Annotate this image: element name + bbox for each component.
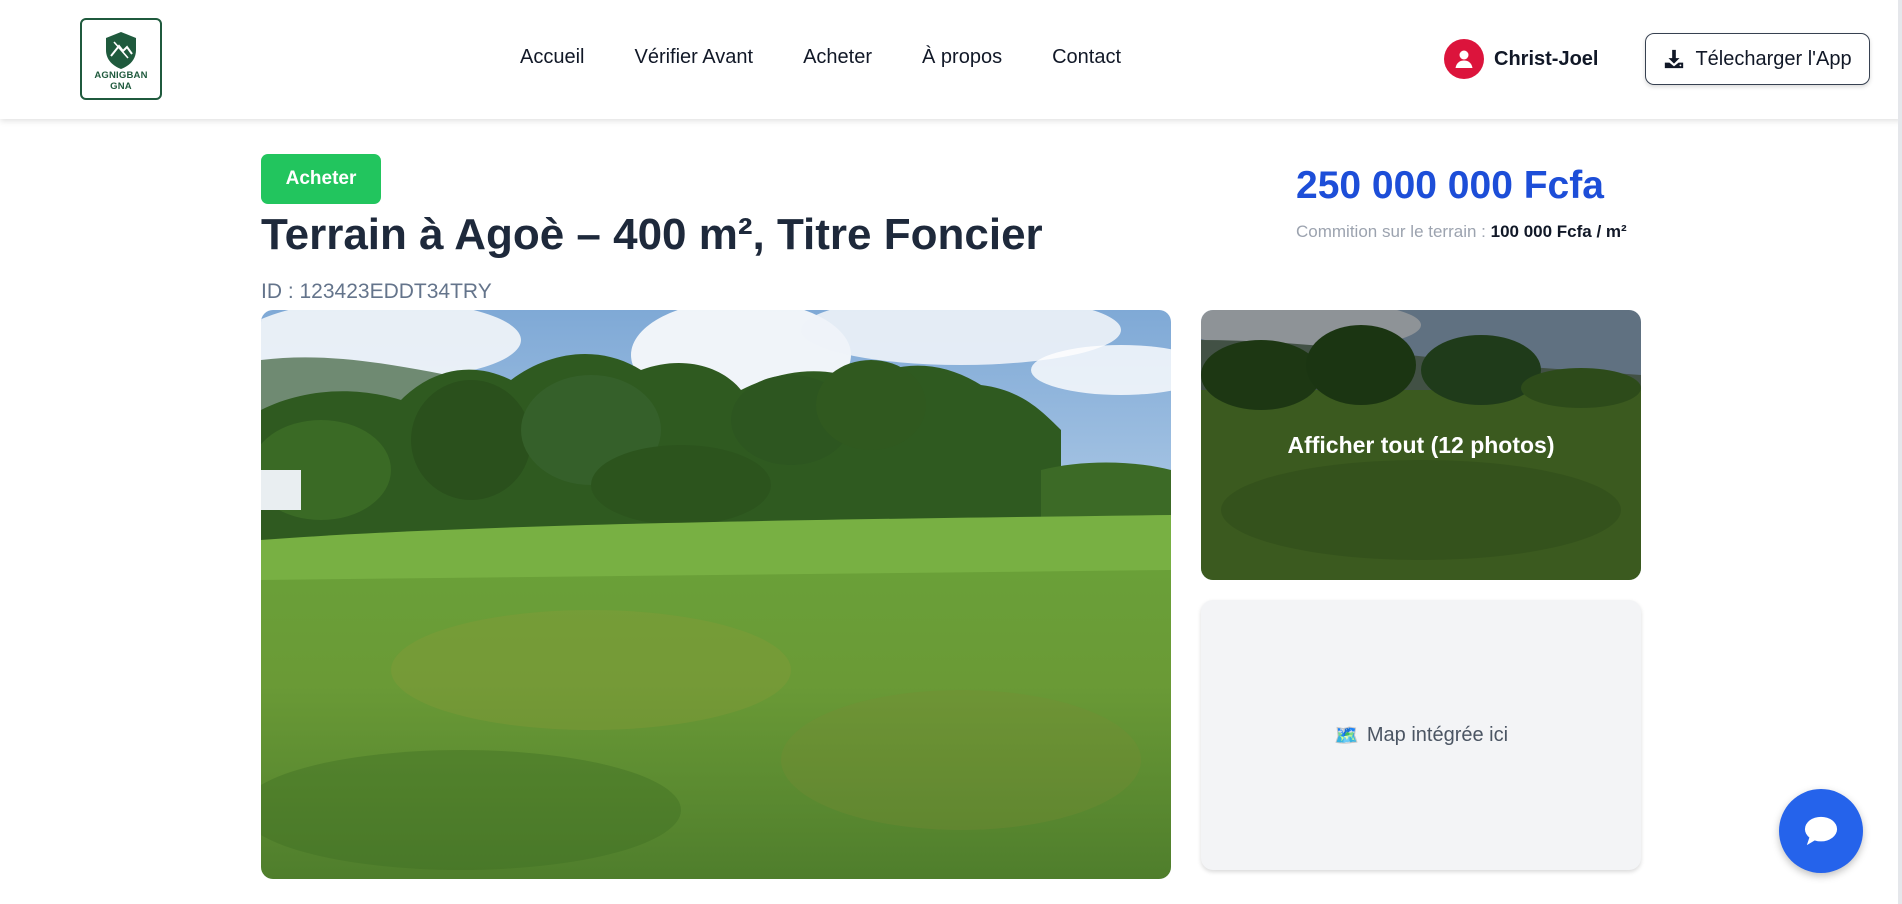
- commission-value: 100 000 Fcfa / m²: [1490, 222, 1627, 241]
- download-app-button[interactable]: Télecharger l'App: [1645, 33, 1870, 85]
- download-app-label: Télecharger l'App: [1695, 47, 1852, 70]
- nav-link-a-propos[interactable]: À propos: [922, 46, 1002, 69]
- shield-logo-icon: [106, 32, 136, 69]
- user-menu[interactable]: Christ-Joel: [1444, 39, 1598, 79]
- chat-bubble-icon: [1804, 816, 1838, 846]
- listing-price: 250 000 000 Fcfa: [1296, 164, 1604, 207]
- map-placeholder-text: Map intégrée ici: [1366, 723, 1509, 746]
- embedded-map[interactable]: 🗺️ Map intégrée ici: [1201, 600, 1641, 870]
- commission-label: Commition sur le terrain :: [1296, 222, 1486, 241]
- nav-link-verifier-avant[interactable]: Vérifier Avant: [634, 46, 753, 69]
- main-property-photo[interactable]: [261, 310, 1171, 879]
- download-icon: [1665, 49, 1684, 69]
- logo-text-line2: GNA: [110, 81, 132, 92]
- chat-button[interactable]: [1779, 789, 1863, 873]
- user-avatar-icon: [1444, 39, 1484, 79]
- map-icon: 🗺️: [1333, 724, 1359, 747]
- listing-id: ID : 123423EDDT34TRY: [261, 280, 492, 303]
- site-header: AGNIGBAN GNA Accueil Vérifier Avant Ache…: [0, 0, 1902, 119]
- nav-link-accueil[interactable]: Accueil: [520, 46, 584, 69]
- page-scrollbar[interactable]: [1898, 0, 1902, 904]
- user-name: Christ-Joel: [1494, 47, 1599, 70]
- commission-info: Commition sur le terrain : 100 000 Fcfa …: [1296, 222, 1627, 242]
- nav-link-acheter[interactable]: Acheter: [803, 46, 872, 69]
- listing-title: Terrain à Agoè – 400 m², Titre Foncier: [261, 210, 1043, 259]
- show-all-photos-button[interactable]: Afficher tout (12 photos): [1201, 310, 1641, 580]
- nav-link-contact[interactable]: Contact: [1052, 46, 1121, 69]
- site-logo[interactable]: AGNIGBAN GNA: [80, 18, 162, 100]
- logo-text-line1: AGNIGBAN: [94, 70, 148, 81]
- show-all-photos-label: Afficher tout (12 photos): [1201, 310, 1641, 580]
- main-nav: Accueil Vérifier Avant Acheter À propos …: [520, 46, 1121, 69]
- listing-type-badge[interactable]: Acheter: [261, 154, 381, 204]
